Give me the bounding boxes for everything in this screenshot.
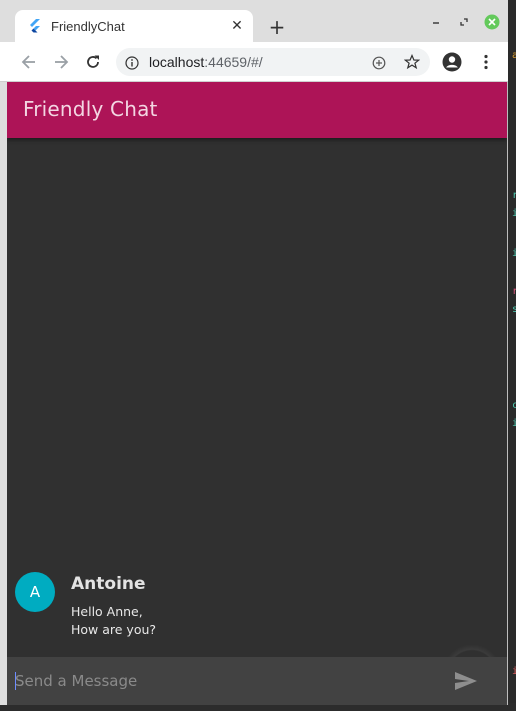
list-item: A Antoine Hello Anne, How are you? (15, 572, 495, 642)
editor-mark: i (512, 666, 516, 677)
editor-mark: c (512, 400, 516, 411)
flutter-icon (27, 18, 43, 34)
more-vert-icon[interactable] (476, 52, 496, 72)
editor-mark: a (512, 50, 516, 61)
arrow-left-icon[interactable] (19, 52, 39, 72)
editor-mark: s (512, 304, 516, 315)
editor-mark: r (512, 286, 516, 297)
url-text: localhost:44659/#/ (149, 54, 263, 70)
avatar: A (15, 572, 55, 612)
message-sender: Antoine (71, 574, 146, 594)
editor-mark: r (512, 190, 516, 201)
account-circle-icon[interactable] (442, 52, 462, 72)
message-composer (7, 657, 507, 705)
url-rest: :44659/#/ (204, 54, 263, 70)
editor-mark: i (512, 418, 516, 429)
new-tab-button[interactable]: + (266, 16, 288, 38)
browser-tab[interactable]: FriendlyChat ✕ (15, 10, 253, 42)
tab-strip: FriendlyChat ✕ + (0, 0, 508, 42)
reload-icon[interactable] (83, 52, 103, 72)
tab-title: FriendlyChat (51, 18, 125, 34)
info-icon[interactable] (125, 55, 139, 70)
url-host: localhost (149, 54, 205, 70)
window-close-icon[interactable] (484, 14, 500, 30)
background-editor: a r i i r s c i i (508, 0, 516, 711)
text-caret (15, 672, 16, 690)
arrow-right-icon[interactable] (51, 52, 71, 72)
send-icon[interactable] (453, 669, 479, 693)
browser-toolbar: localhost:44659/#/ (0, 42, 508, 82)
message-input[interactable] (15, 665, 435, 697)
message-text-line: How are you? (71, 622, 157, 637)
app-bar: Friendly Chat (7, 82, 507, 138)
add-circle-icon[interactable] (372, 55, 386, 70)
restore-icon[interactable] (456, 14, 472, 30)
message-text-line: Hello Anne, (71, 604, 143, 619)
minimize-icon[interactable] (428, 14, 444, 30)
chat-app: Friendly Chat A Antoine Hello Anne, How … (7, 82, 507, 705)
editor-mark: i (512, 248, 516, 259)
address-bar[interactable]: localhost:44659/#/ (116, 48, 430, 76)
close-icon[interactable]: ✕ (229, 18, 245, 34)
browser-window: FriendlyChat ✕ + localhost:44659/#/ Frie… (0, 0, 508, 705)
editor-mark: i (512, 208, 516, 219)
star-icon[interactable] (403, 53, 421, 70)
page-title: Friendly Chat (23, 97, 158, 121)
